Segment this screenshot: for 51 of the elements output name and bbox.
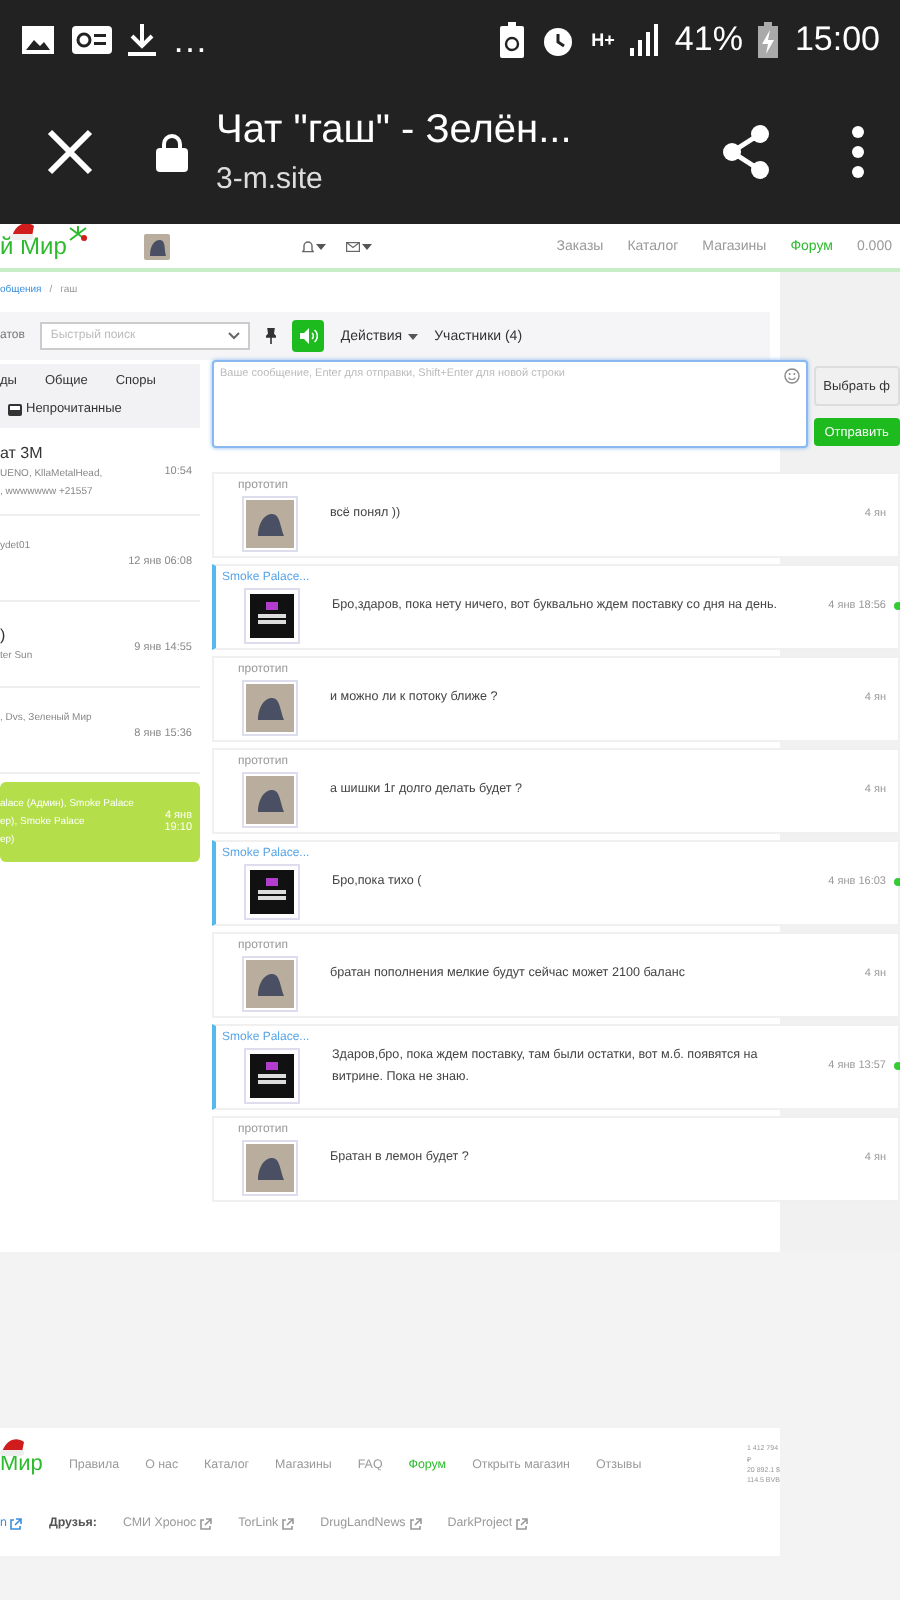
external-link-icon: [516, 1517, 529, 1529]
leaf-icon: [68, 226, 88, 242]
clock-text: 15:00: [794, 20, 880, 60]
pin-icon[interactable]: [266, 328, 277, 344]
lock-icon: [156, 132, 188, 172]
external-link-icon: [409, 1517, 422, 1529]
caret-icon: [316, 243, 326, 249]
caret-icon: [362, 243, 372, 249]
battery-charging-icon: [758, 22, 779, 58]
page-url: 3-m.site: [216, 162, 325, 196]
mail-icon[interactable]: [346, 241, 360, 251]
close-icon[interactable]: [44, 126, 96, 178]
chevron-icon: [228, 332, 241, 340]
chat-name: ): [0, 626, 8, 644]
avatar-photo: [246, 500, 294, 548]
online-dot: [894, 602, 900, 610]
battery-saver-icon: [499, 22, 524, 58]
avatar-photo: [246, 960, 294, 1008]
external-link-icon: [282, 1517, 295, 1529]
online-dot: [894, 878, 900, 886]
speaker-icon: [299, 328, 318, 344]
battery-percent-text: 41%: [674, 20, 743, 60]
user-avatar[interactable]: [144, 233, 170, 259]
online-dot: [894, 1062, 900, 1070]
site-logo[interactable]: й Мир: [0, 232, 67, 260]
avatar-photo: [246, 684, 294, 732]
santa-hat-icon: [10, 224, 38, 240]
santa-hat-icon: [0, 1436, 28, 1456]
page-title: Чат "гаш" - Зелён...: [216, 108, 574, 154]
more-notifications-text: …: [172, 19, 208, 61]
signal-icon: [630, 24, 659, 56]
shop-logo: [250, 870, 294, 914]
menu-icon[interactable]: [852, 126, 864, 178]
shop-logo: [250, 1054, 294, 1098]
sound-button[interactable]: [292, 320, 325, 352]
external-link-icon: [200, 1517, 213, 1529]
caret-icon: [408, 333, 419, 339]
bell-icon[interactable]: [302, 239, 314, 253]
alarm-icon: [539, 22, 576, 58]
download-icon: [128, 24, 156, 56]
chat-name: ат 3М: [0, 444, 45, 462]
footer-logo[interactable]: Мир: [0, 1452, 43, 1476]
external-link-icon: [10, 1517, 23, 1529]
emoji-icon[interactable]: [783, 368, 800, 384]
avatar-photo: [246, 776, 294, 824]
inbox-icon: [8, 403, 22, 415]
share-icon[interactable]: [720, 124, 772, 180]
network-type-text: H+: [591, 32, 615, 48]
image-icon: [20, 24, 56, 56]
shop-logo: [250, 594, 294, 638]
avatar-photo: [246, 1144, 294, 1192]
